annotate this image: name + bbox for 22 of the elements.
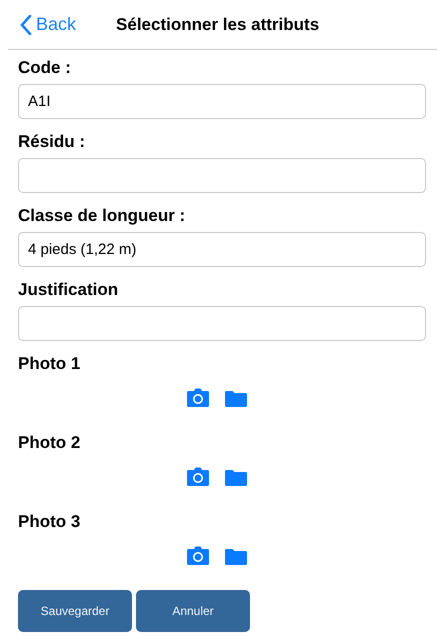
folder-icon[interactable]	[225, 391, 247, 407]
folder-icon[interactable]	[225, 549, 247, 565]
camera-icon[interactable]	[187, 546, 209, 565]
photo-label: Photo 1	[18, 354, 82, 374]
input-field[interactable]	[18, 158, 426, 193]
field-label: Résidu :	[18, 132, 86, 152]
camera-icon[interactable]	[187, 388, 209, 407]
photo-label: Photo 2	[18, 433, 82, 453]
field-label: Classe de longueur :	[18, 206, 186, 226]
cancel-button[interactable]: Annuler	[136, 590, 250, 632]
input-field[interactable]: A1I	[18, 84, 426, 119]
input-field[interactable]	[18, 306, 426, 341]
folder-icon[interactable]	[225, 470, 247, 486]
back-link[interactable]: Back	[8, 11, 76, 38]
camera-icon[interactable]	[187, 467, 209, 486]
photo-label: Photo 3	[18, 512, 82, 532]
save-button[interactable]: Sauvegarder	[18, 590, 132, 632]
page-title: Sélectionner les attributs	[116, 14, 320, 36]
field-label: Justification	[18, 280, 120, 300]
field-label: Code :	[18, 58, 72, 78]
input-field[interactable]: 4 pieds (1,22 m)	[18, 232, 426, 267]
back-chevron-icon	[20, 14, 32, 34]
